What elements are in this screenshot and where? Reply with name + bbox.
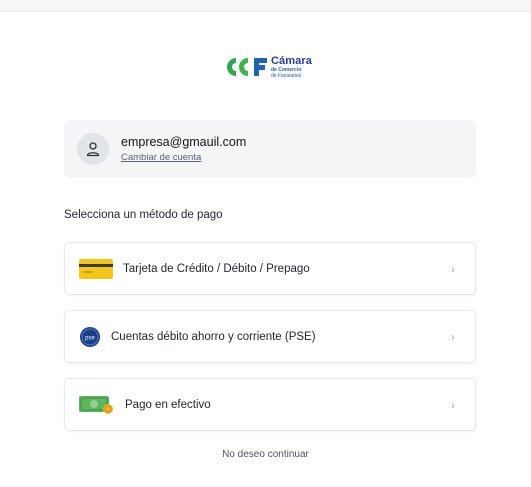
chamber-logo: Cámara de Comercio de Facatativá [224, 52, 312, 82]
no-continue-link[interactable]: No deseo continuar [0, 449, 531, 460]
user-icon [77, 133, 109, 165]
logo-wordmark: Cámara de Comercio de Facatativá [271, 54, 312, 79]
chevron-right-icon: › [451, 397, 455, 412]
pse-icon: pse [79, 326, 101, 348]
account-email: empresa@gmauil.com [121, 135, 247, 149]
logo-line-1: Cámara [271, 54, 312, 67]
payment-option-cash[interactable]: Pago en efectivo › [64, 378, 476, 431]
payment-option-label: Cuentas débito ahorro y corriente (PSE) [111, 330, 316, 343]
cash-icon [79, 394, 115, 416]
chevron-right-icon: › [451, 329, 455, 344]
payment-option-pse[interactable]: pse Cuentas débito ahorro y corriente (P… [64, 310, 476, 363]
account-info: empresa@gmauil.com Cambiar de cuenta [121, 135, 246, 163]
account-card: empresa@gmauil.com Cambiar de cuenta [64, 120, 476, 178]
switch-account-link[interactable]: Cambiar de cuenta [121, 152, 246, 163]
payment-option-label: Pago en efectivo [125, 398, 211, 411]
svg-text:pse: pse [85, 335, 95, 341]
payment-section-title: Selecciona un método de pago [64, 209, 223, 221]
top-bar [0, 0, 531, 12]
ccf-logo-icon [224, 55, 268, 79]
credit-card-icon [79, 258, 113, 279]
payment-option-card[interactable]: Tarjeta de Crédito / Débito / Prepago › [64, 242, 476, 295]
logo-line-3: de Facatativá [271, 72, 302, 79]
chevron-right-icon: › [451, 261, 455, 276]
logo-line-2: de Comercio [271, 66, 302, 73]
payment-option-label: Tarjeta de Crédito / Débito / Prepago [123, 262, 310, 275]
